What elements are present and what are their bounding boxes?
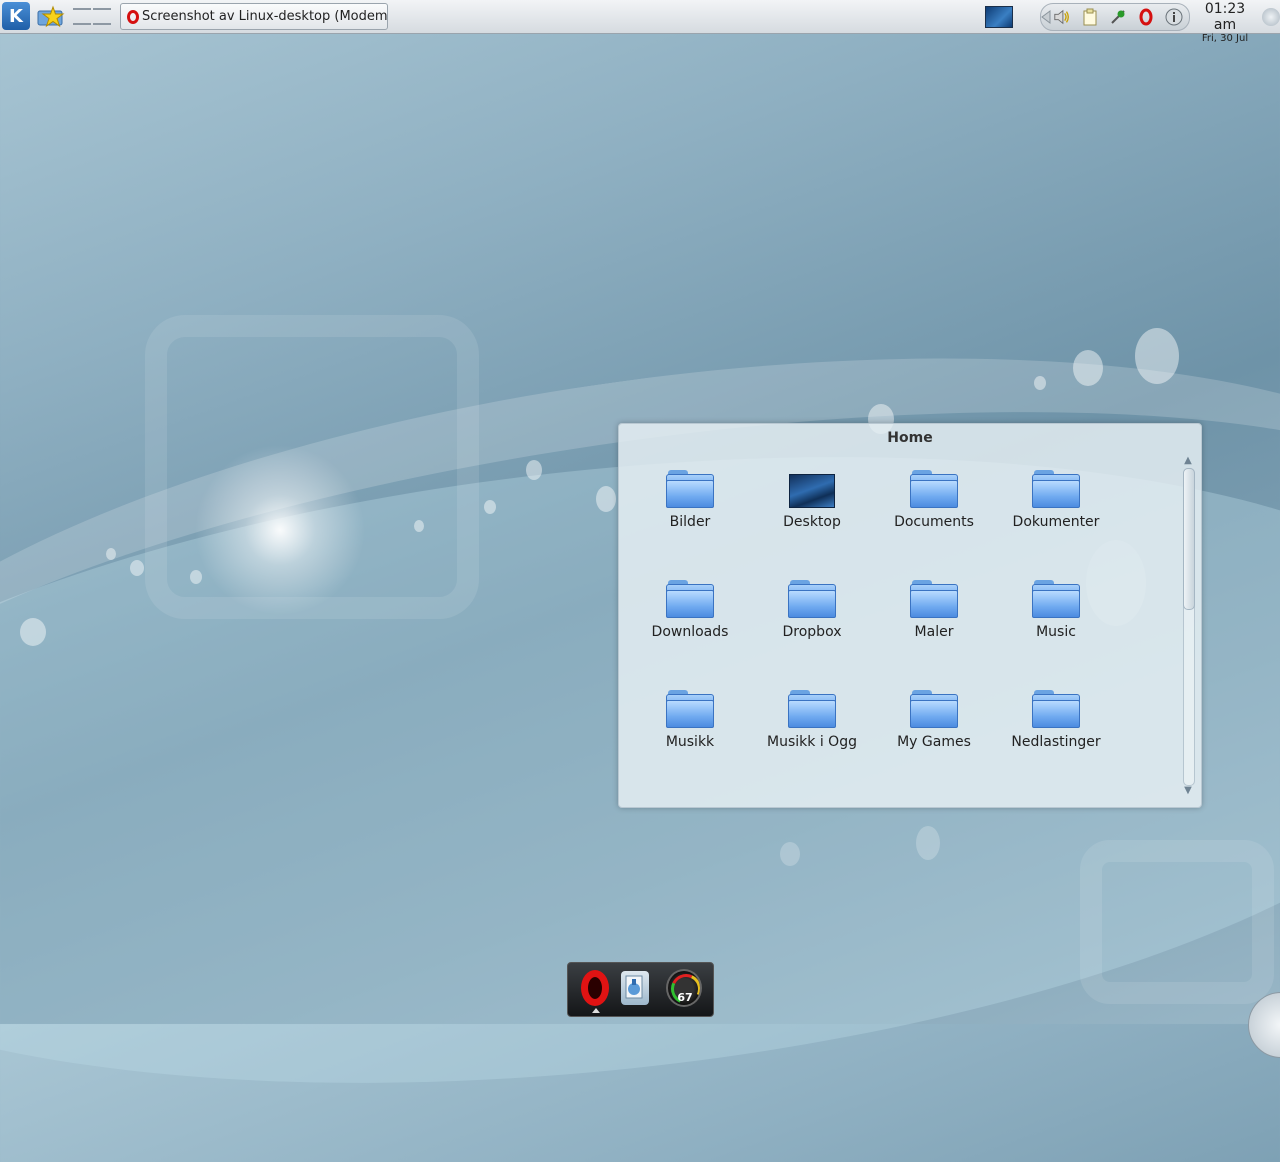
desktop-pager[interactable] — [72, 2, 112, 30]
folder-icon — [666, 690, 714, 728]
folder-item-maler[interactable]: Maler — [879, 580, 989, 670]
folder-icon — [1032, 580, 1080, 618]
clock-time: 01:23 am — [1204, 1, 1246, 33]
opera-icon — [127, 9, 139, 24]
utility-icon[interactable] — [621, 971, 649, 1005]
opera-icon[interactable] — [577, 969, 613, 1013]
wallpaper-frame — [1080, 840, 1274, 1004]
panel-toolbox-icon[interactable] — [1262, 8, 1280, 26]
clipboard-icon[interactable] — [1081, 8, 1099, 26]
running-indicator-icon — [592, 1008, 600, 1013]
folder-item-dokumenter[interactable]: Dokumenter — [1001, 470, 1111, 560]
wallpaper-bubble — [596, 486, 616, 512]
gauge-value: 67 — [677, 991, 693, 1004]
wallpaper-bubble — [1034, 376, 1046, 390]
wallpaper-bubble — [526, 460, 542, 480]
wallpaper-bubble — [484, 500, 496, 514]
pager-desktop-1[interactable] — [73, 7, 91, 10]
network-icon[interactable] — [1109, 8, 1127, 26]
folder-item-downloads[interactable]: Downloads — [635, 580, 745, 670]
clock[interactable]: 01:23 am Fri, 30 Jul — [1192, 1, 1258, 45]
wallpaper-bubble — [130, 560, 144, 576]
folder-icon — [910, 470, 958, 508]
folder-view-scrollbar[interactable]: ▲ ▼ — [1181, 456, 1195, 796]
folder-item-bilder[interactable]: Bilder — [635, 470, 745, 560]
folder-item-label: Dokumenter — [1012, 514, 1100, 530]
folder-item-dropbox[interactable]: Dropbox — [757, 580, 867, 670]
system-tray — [1040, 3, 1190, 31]
folder-icon — [666, 580, 714, 618]
folder-icon — [666, 470, 714, 508]
folder-item-documents[interactable]: Documents — [879, 470, 989, 560]
folder-item-label: Nedlastinger — [1011, 734, 1101, 750]
wallpaper-glow — [180, 430, 380, 630]
wallpaper-bubble — [414, 520, 424, 532]
show-desktop-icon[interactable] — [985, 6, 1013, 28]
favorites-button[interactable] — [36, 2, 66, 30]
wallpaper-bubble — [780, 842, 800, 866]
kde-menu-button[interactable]: K — [2, 2, 30, 30]
wallpaper-bubble — [916, 826, 940, 860]
taskbar-item[interactable]: Screenshot av Linux-desktop (Modem V — [120, 3, 388, 30]
wallpaper-frame — [145, 315, 479, 619]
folder-icon — [1032, 690, 1080, 728]
folder-item-musikk-i-ogg[interactable]: Musikk i Ogg — [757, 690, 867, 780]
folder-icon — [788, 580, 836, 618]
folder-item-label: Downloads — [651, 624, 729, 640]
folder-item-label: Bilder — [669, 514, 711, 530]
folder-icon — [788, 690, 836, 728]
folder-view-title: Home — [887, 430, 933, 446]
kde-logo-icon: K — [9, 5, 23, 27]
wallpaper-bubble — [1073, 350, 1103, 386]
clock-date: Fri, 30 Jul — [1201, 33, 1249, 44]
wallpaper-bubble — [1135, 328, 1179, 384]
folder-item-musikk[interactable]: Musikk — [635, 690, 745, 780]
folder-item-label: Dropbox — [782, 624, 842, 640]
folder-item-my-games[interactable]: My Games — [879, 690, 989, 780]
folder-item-music[interactable]: Music — [1001, 580, 1111, 670]
folder-item-desktop[interactable]: Desktop — [757, 470, 867, 560]
folder-item-label: Musikk — [665, 734, 715, 750]
folder-item-label: Desktop — [783, 514, 841, 530]
folder-view-widget: Home Bilder Desktop Documents Dokumenter… — [618, 423, 1202, 808]
desktop-icon — [789, 474, 835, 508]
pager-desktop-3[interactable] — [73, 22, 91, 25]
wallpaper-bubble — [190, 570, 202, 584]
pager-desktop-4[interactable] — [93, 22, 111, 25]
gauge-icon[interactable]: 67 — [666, 969, 702, 1007]
folder-icon — [910, 580, 958, 618]
folder-icon — [1032, 470, 1080, 508]
folder-item-label: Music — [1036, 624, 1076, 640]
taskbar-item-title: Screenshot av Linux-desktop (Modem V — [142, 9, 388, 24]
folder-item-nedlastinger[interactable]: Nedlastinger — [1001, 690, 1111, 780]
folder-item-label: Musikk i Ogg — [767, 734, 857, 750]
folder-item-label: My Games — [897, 734, 971, 750]
folder-icon — [910, 690, 958, 728]
scroll-down-icon[interactable]: ▼ — [1181, 786, 1195, 796]
scrollbar-thumb[interactable] — [1183, 468, 1195, 610]
wallpaper-bubble — [20, 618, 46, 646]
folder-item-label: Maler — [914, 624, 954, 640]
dock: 67 — [567, 962, 714, 1017]
speaker-icon[interactable] — [1053, 8, 1071, 26]
info-icon[interactable] — [1165, 8, 1183, 26]
folder-item-label: Documents — [894, 514, 974, 530]
pager-desktop-2[interactable] — [93, 7, 111, 10]
top-panel: K Screenshot av Linux-desktop (Modem V 0… — [0, 0, 1280, 44]
scroll-up-icon[interactable]: ▲ — [1181, 456, 1195, 466]
wallpaper-bubble — [106, 548, 116, 560]
star-icon — [37, 5, 65, 28]
opera-icon[interactable] — [1137, 8, 1155, 26]
desktop-toolbox-icon[interactable] — [1248, 992, 1280, 1058]
